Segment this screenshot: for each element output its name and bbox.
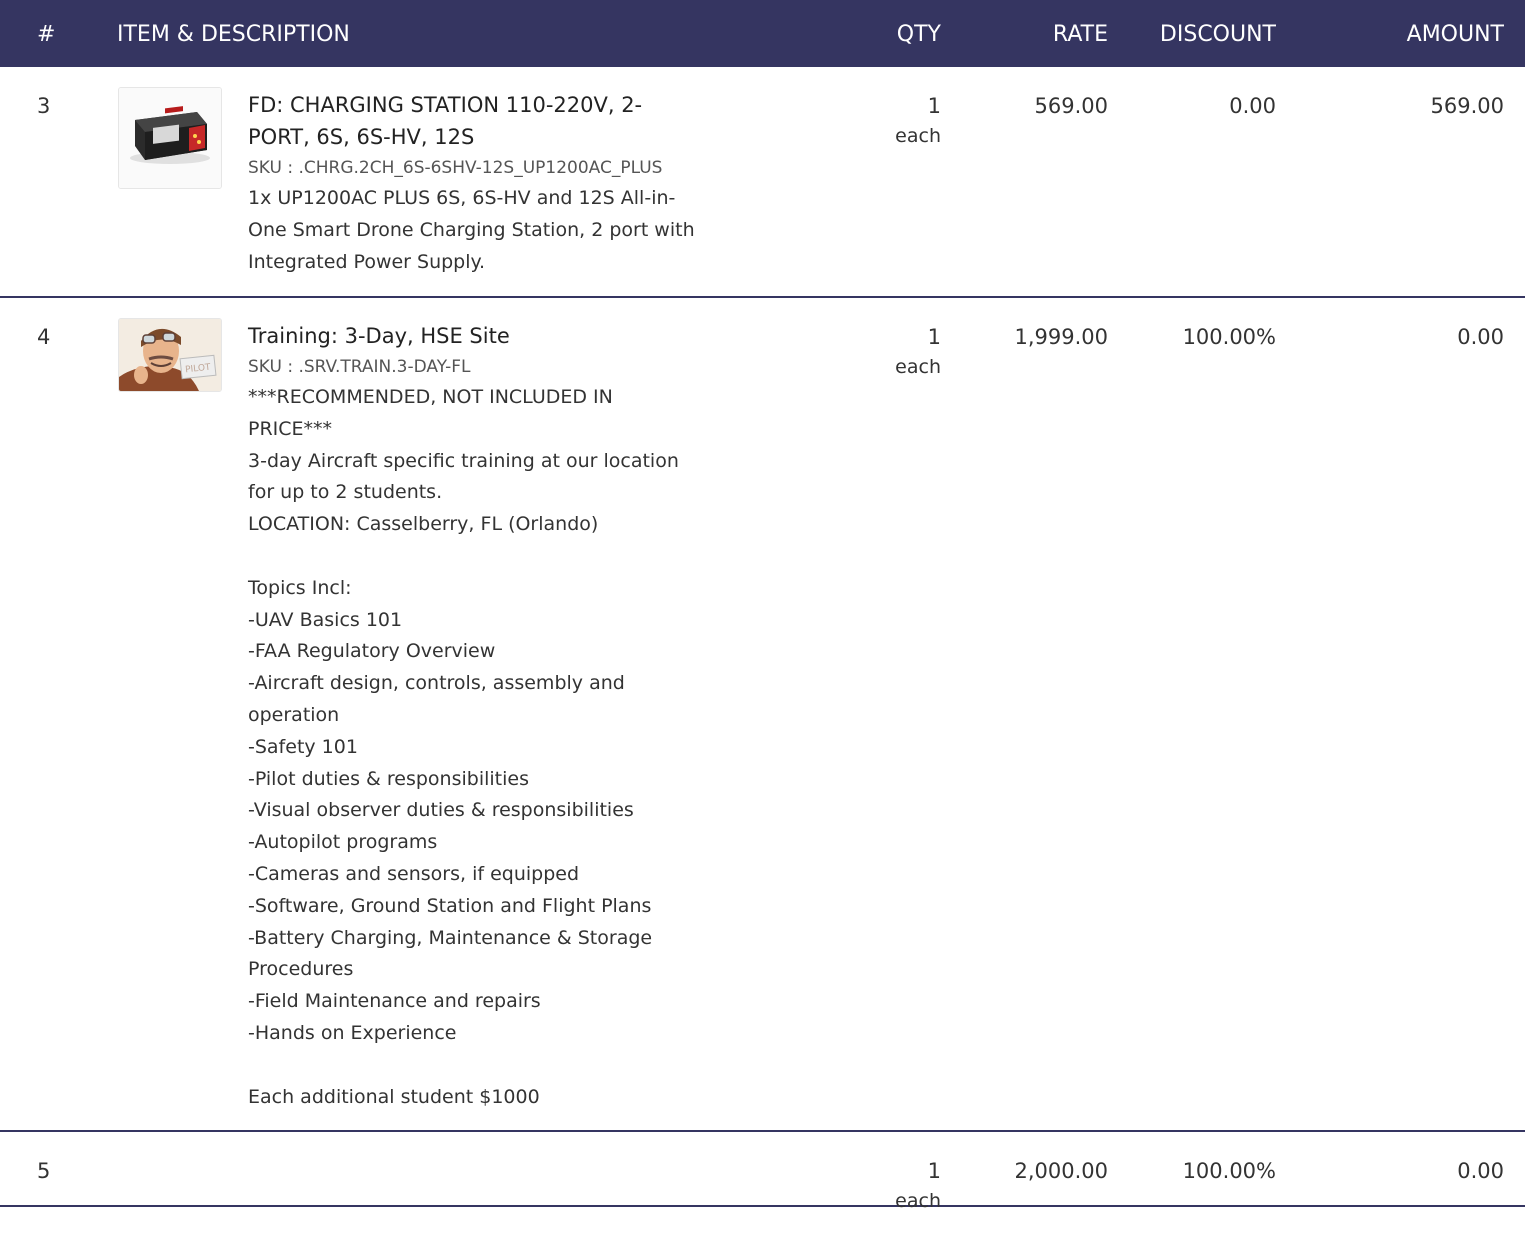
item-amount: 0.00 <box>1457 1159 1504 1183</box>
item-sku: SKU : .SRV.TRAIN.3-DAY-FL <box>248 357 471 377</box>
column-header-item: ITEM & DESCRIPTION <box>117 22 350 47</box>
table-row: 5 1 each 2,000.00 100.00% 0.00 <box>0 1132 1525 1212</box>
qty-value: 1 <box>927 94 941 118</box>
item-rate: 1,999.00 <box>1014 325 1108 349</box>
item-discount: 100.00% <box>1182 325 1276 349</box>
item-discount: 0.00 <box>1229 94 1276 118</box>
item-qty: 1 each <box>895 322 941 382</box>
item-qty: 1 each <box>895 1156 941 1216</box>
pilot-product-image: PILOT <box>118 318 222 392</box>
item-description: Training: 3-Day, HSE Site SKU : .SRV.TRA… <box>248 320 718 1113</box>
item-amount: 0.00 <box>1457 325 1504 349</box>
column-header-number: # <box>37 22 56 47</box>
qty-unit: each <box>895 356 941 378</box>
column-header-amount: AMOUNT <box>1406 22 1504 47</box>
table-row: 4 PILOT Training: 3-Day, HSE Site SKU : … <box>0 298 1525 1132</box>
charger-product-image <box>118 87 222 189</box>
item-title: Training: 3-Day, HSE Site <box>248 324 510 348</box>
item-details: 1x UP1200AC PLUS 6S, 6S-HV and 12S All-i… <box>248 187 695 273</box>
row-number: 4 <box>37 325 51 349</box>
pilot-icon: PILOT <box>119 319 221 391</box>
item-discount: 100.00% <box>1182 1159 1276 1183</box>
item-qty: 1 each <box>895 91 941 151</box>
qty-value: 1 <box>927 1159 941 1183</box>
column-header-rate: RATE <box>1052 22 1108 47</box>
table-header: # ITEM & DESCRIPTION QTY RATE DISCOUNT A… <box>0 0 1525 67</box>
row-number: 5 <box>37 1159 51 1183</box>
qty-value: 1 <box>927 325 941 349</box>
item-rate: 2,000.00 <box>1014 1159 1108 1183</box>
qty-unit: each <box>895 125 941 147</box>
charger-icon <box>119 88 221 188</box>
table-row: 3 FD: CHARGING STATION 110-220V, 2- PORT… <box>0 67 1525 298</box>
qty-unit: each <box>895 1190 941 1212</box>
item-details: ***RECOMMENDED, NOT INCLUDED IN PRICE***… <box>248 386 679 1108</box>
item-sku: SKU : .CHRG.2CH_6S-6SHV-12S_UP1200AC_PLU… <box>248 158 663 178</box>
row-number: 3 <box>37 94 51 118</box>
item-description: FD: CHARGING STATION 110-220V, 2- PORT, … <box>248 89 718 278</box>
column-header-discount: DISCOUNT <box>1159 22 1276 47</box>
item-amount: 569.00 <box>1430 94 1504 118</box>
column-header-qty: QTY <box>896 22 941 47</box>
item-title: FD: CHARGING STATION 110-220V, 2- PORT, … <box>248 93 643 149</box>
item-rate: 569.00 <box>1034 94 1108 118</box>
